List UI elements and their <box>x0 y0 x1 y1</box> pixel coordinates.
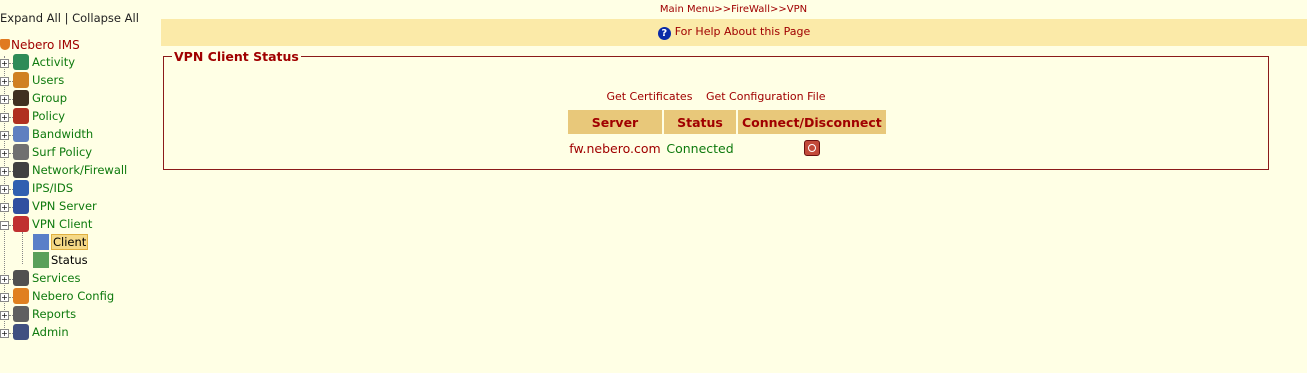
sidebar-item-label: Group <box>32 91 68 105</box>
expand-toggle-icon[interactable]: + <box>0 185 9 194</box>
column-header-status: Status <box>664 110 736 134</box>
collapse-all-link[interactable]: Collapse All <box>72 11 139 25</box>
expand-toggle-icon[interactable]: + <box>0 149 9 158</box>
sidebar-item-label: Bandwidth <box>32 127 94 141</box>
sidebar-item-label: IPS/IDS <box>32 181 74 195</box>
expand-toggle-icon[interactable]: + <box>0 59 9 68</box>
admin-icon <box>13 324 29 340</box>
table-row: fw.nebero.com Connected <box>568 134 886 162</box>
expand-collapse-row: Expand All | Collapse All <box>0 11 139 25</box>
bandwidth-icon <box>13 126 29 142</box>
reports-icon <box>13 306 29 322</box>
help-bar: ? For Help About this Page <box>161 19 1307 46</box>
sidebar-subitem-label: Status <box>51 253 88 267</box>
policy-icon <box>13 108 29 124</box>
column-header-server: Server <box>568 110 662 134</box>
server-cell: fw.nebero.com <box>569 140 661 156</box>
subtree-guide-line <box>22 232 23 264</box>
sidebar-item-label: VPN Server <box>32 199 97 213</box>
sidebar-item-label: Users <box>32 73 65 87</box>
globe-icon <box>13 180 29 196</box>
status-icon <box>33 252 49 268</box>
column-header-connect: Connect/Disconnect <box>738 110 886 134</box>
sidebar-item-label: Activity <box>32 55 76 69</box>
collapse-toggle-icon[interactable]: − <box>0 221 9 230</box>
services-icon <box>13 270 29 286</box>
separator: | <box>64 11 69 25</box>
expand-toggle-icon[interactable]: + <box>0 203 9 212</box>
network-icon <box>13 162 29 178</box>
shield-icon <box>13 288 29 304</box>
sidebar-item-label: Surf Policy <box>32 145 93 159</box>
activity-icon <box>13 54 29 70</box>
breadcrumb: Main Menu>>FireWall>>VPN <box>659 4 808 15</box>
expand-toggle-icon[interactable]: + <box>0 131 9 140</box>
vpn-client-icon <box>13 216 29 232</box>
panel-title: VPN Client Status <box>174 49 299 64</box>
expand-toggle-icon[interactable]: + <box>0 275 9 284</box>
expand-toggle-icon[interactable]: + <box>0 329 9 338</box>
expand-toggle-icon[interactable]: + <box>0 77 9 86</box>
sidebar-item-label: Nebero Config <box>32 289 115 303</box>
help-text: For Help About this Page <box>674 25 811 38</box>
sidebar-subitem-label: Client <box>51 234 89 250</box>
nebero-shield-icon <box>0 39 10 50</box>
help-link[interactable]: ? For Help About this Page <box>657 25 811 40</box>
sidebar-item-label: Services <box>32 271 81 285</box>
sidebar-item-label: Policy <box>32 109 66 123</box>
tree-root[interactable]: Nebero IMS <box>0 38 80 52</box>
expand-toggle-icon[interactable]: + <box>0 113 9 122</box>
expand-toggle-icon[interactable]: + <box>0 293 9 302</box>
gear-icon <box>13 144 29 160</box>
status-cell: Connected <box>666 140 734 156</box>
sidebar-item-label: Network/Firewall <box>32 163 128 177</box>
sidebar: Expand All | Collapse All Nebero IMS + Ac… <box>0 0 160 373</box>
expand-toggle-icon[interactable]: + <box>0 95 9 104</box>
group-icon <box>13 90 29 106</box>
vpn-status-table: Server Status Connect/Disconnect fw.nebe… <box>566 110 888 162</box>
vpn-server-icon <box>13 198 29 214</box>
tree-root-label: Nebero IMS <box>11 38 80 52</box>
sidebar-item-label: Reports <box>32 307 77 321</box>
get-certificates-link[interactable]: Get Certificates <box>606 90 692 103</box>
users-icon <box>13 72 29 88</box>
expand-toggle-icon[interactable]: + <box>0 167 9 176</box>
expand-toggle-icon[interactable]: + <box>0 311 9 320</box>
help-icon: ? <box>657 27 671 40</box>
vpn-client-status-panel: VPN Client Status Get Certificates Get C… <box>163 49 1269 170</box>
get-configuration-link[interactable]: Get Configuration File <box>706 90 826 103</box>
client-icon <box>33 234 49 250</box>
cert-links: Get Certificates Get Configuration File <box>164 90 1268 103</box>
sidebar-item-label: Admin <box>32 325 69 339</box>
connect-cell <box>738 134 886 162</box>
table-header-row: Server Status Connect/Disconnect <box>568 110 886 134</box>
expand-all-link[interactable]: Expand All <box>0 11 61 25</box>
power-icon[interactable] <box>803 140 820 157</box>
sidebar-item-label: VPN Client <box>32 217 93 231</box>
